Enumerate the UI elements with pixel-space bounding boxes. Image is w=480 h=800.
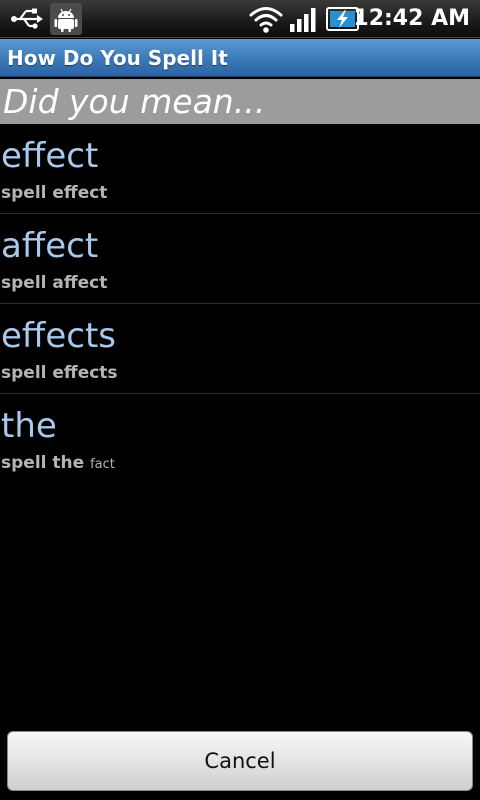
- signal-icon: [290, 8, 316, 32]
- suggestion-list: effect spell effect affect spell affect …: [0, 124, 480, 484]
- suggestion-subtitle-text: spell effect: [1, 183, 108, 203]
- dialog-header-text: Did you mean...: [3, 82, 266, 121]
- screen: 12:42 AM How Do You Spell It Did you mea…: [0, 0, 480, 800]
- app-title: How Do You Spell It: [7, 46, 228, 70]
- suggestion-word: affect: [1, 226, 99, 266]
- suggestion-subtitle-text: spell affect: [1, 273, 108, 293]
- suggestion-word: effect: [1, 136, 99, 176]
- status-bar: 12:42 AM: [0, 0, 480, 38]
- app-title-bar: How Do You Spell It: [0, 39, 480, 77]
- android-debug-icon: [50, 3, 82, 35]
- suggestion-word: the: [1, 406, 57, 446]
- usb-icon: [11, 8, 43, 29]
- cancel-button[interactable]: Cancel: [7, 731, 473, 791]
- suggestion-subtitle: spell the fact: [1, 452, 115, 476]
- suggestion-item-affect[interactable]: affect spell affect: [0, 214, 480, 304]
- suggestion-word: effects: [1, 316, 116, 356]
- suggestion-item-the[interactable]: the spell the fact: [0, 394, 480, 484]
- suggestion-subtitle: spell affect: [1, 272, 107, 294]
- suggestion-extra-text: fact: [90, 457, 115, 472]
- status-clock: 12:42 AM: [353, 6, 470, 31]
- suggestion-subtitle-text: spell the: [1, 453, 85, 473]
- suggestion-subtitle: spell effect: [1, 182, 107, 204]
- suggestion-subtitle-text: spell effects: [1, 363, 118, 383]
- suggestion-item-effect[interactable]: effect spell effect: [0, 124, 480, 214]
- dialog-header: Did you mean...: [0, 79, 480, 124]
- wifi-icon: [249, 7, 283, 33]
- suggestion-item-effects[interactable]: effects spell effects: [0, 304, 480, 394]
- suggestion-subtitle: spell effects: [1, 362, 118, 384]
